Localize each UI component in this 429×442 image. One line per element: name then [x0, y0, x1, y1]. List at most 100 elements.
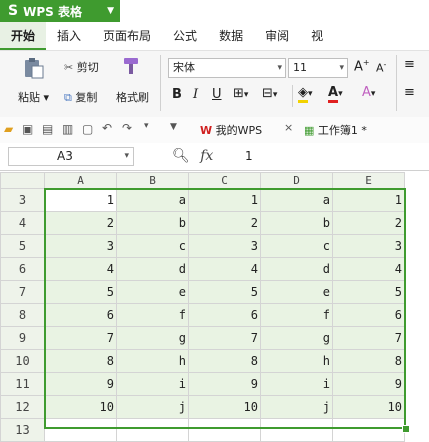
- cell[interactable]: 4: [44, 257, 117, 281]
- cell[interactable]: 7: [188, 326, 261, 350]
- format-painter-label[interactable]: 格式刷: [116, 89, 149, 105]
- cell[interactable]: i: [260, 372, 333, 396]
- cell[interactable]: 2: [44, 211, 117, 235]
- cell[interactable]: h: [116, 349, 189, 373]
- align-top-icon[interactable]: ≡: [404, 57, 415, 72]
- bold-button[interactable]: B: [172, 87, 182, 102]
- close-tab-icon[interactable]: ×: [284, 121, 293, 134]
- tab-page-layout[interactable]: 页面布局: [92, 22, 162, 50]
- cell[interactable]: g: [116, 326, 189, 350]
- cell[interactable]: 9: [332, 372, 405, 396]
- tab-insert[interactable]: 插入: [46, 22, 92, 50]
- cell[interactable]: 10: [332, 395, 405, 419]
- cell[interactable]: 6: [188, 303, 261, 327]
- cell[interactable]: 4: [332, 257, 405, 281]
- chevron-down-icon[interactable]: ▼: [170, 122, 177, 132]
- cell[interactable]: d: [260, 257, 333, 281]
- cell[interactable]: 5: [44, 280, 117, 304]
- cell[interactable]: a: [260, 188, 333, 212]
- shrink-font-button[interactable]: A-: [376, 60, 386, 75]
- print-preview-icon[interactable]: ▢: [82, 122, 93, 136]
- fill-color-icon[interactable]: ◈▾: [298, 85, 313, 103]
- row-header[interactable]: 12: [0, 395, 45, 419]
- merge-cells-icon[interactable]: ⊟▾: [262, 86, 277, 101]
- cell[interactable]: b: [116, 211, 189, 235]
- cell[interactable]: d: [116, 257, 189, 281]
- row-header[interactable]: 10: [0, 349, 45, 373]
- row-header[interactable]: 9: [0, 326, 45, 350]
- name-box[interactable]: A3 ▾: [8, 147, 134, 166]
- tab-review[interactable]: 审阅: [254, 22, 300, 50]
- insert-function-button[interactable]: fx: [200, 148, 213, 164]
- cell[interactable]: 1: [44, 188, 117, 212]
- cell[interactable]: i: [116, 372, 189, 396]
- cell[interactable]: 2: [332, 211, 405, 235]
- cell[interactable]: g: [260, 326, 333, 350]
- column-header-c[interactable]: C: [188, 172, 261, 189]
- row-header[interactable]: 13: [0, 418, 45, 442]
- column-header-b[interactable]: B: [116, 172, 189, 189]
- cell[interactable]: 5: [332, 280, 405, 304]
- copy-button[interactable]: ⧉ 复制: [64, 89, 97, 105]
- cell[interactable]: 8: [188, 349, 261, 373]
- cell[interactable]: 10: [188, 395, 261, 419]
- column-header-a[interactable]: A: [44, 172, 117, 189]
- cell[interactable]: 3: [188, 234, 261, 258]
- column-header-d[interactable]: D: [260, 172, 333, 189]
- tab-my-wps[interactable]: W 我的WPS: [200, 122, 262, 138]
- row-header[interactable]: 11: [0, 372, 45, 396]
- cut-button[interactable]: ✂ 剪切: [64, 59, 99, 75]
- fill-handle[interactable]: [402, 425, 410, 433]
- cell[interactable]: e: [260, 280, 333, 304]
- cell[interactable]: 1: [332, 188, 405, 212]
- row-header[interactable]: 5: [0, 234, 45, 258]
- print-icon[interactable]: ▥: [62, 122, 73, 136]
- cell[interactable]: c: [260, 234, 333, 258]
- cell[interactable]: 3: [332, 234, 405, 258]
- cell[interactable]: a: [116, 188, 189, 212]
- cell[interactable]: 8: [332, 349, 405, 373]
- format-painter-icon[interactable]: [120, 55, 142, 80]
- select-all-corner[interactable]: [0, 172, 45, 189]
- cell[interactable]: 9: [44, 372, 117, 396]
- cell[interactable]: 7: [332, 326, 405, 350]
- cell[interactable]: j: [260, 395, 333, 419]
- paste-icon[interactable]: [22, 57, 46, 82]
- cell[interactable]: e: [116, 280, 189, 304]
- customize-toolbar-icon[interactable]: ▾: [144, 121, 149, 131]
- tab-view[interactable]: 视: [300, 22, 334, 50]
- cell[interactable]: 1: [188, 188, 261, 212]
- cell[interactable]: [260, 418, 333, 442]
- row-header[interactable]: 7: [0, 280, 45, 304]
- cell[interactable]: f: [260, 303, 333, 327]
- cell[interactable]: 10: [44, 395, 117, 419]
- align-left-icon[interactable]: ≡: [404, 85, 415, 100]
- app-menu-button[interactable]: S WPS 表格 ▼: [0, 0, 120, 22]
- redo-icon[interactable]: ↷: [122, 121, 132, 135]
- cell[interactable]: 6: [44, 303, 117, 327]
- font-color-icon[interactable]: A▾: [328, 85, 343, 103]
- cell[interactable]: 7: [44, 326, 117, 350]
- italic-button[interactable]: I: [193, 87, 198, 102]
- tab-home[interactable]: 开始: [0, 22, 47, 50]
- tab-workbook[interactable]: ▦ 工作簿1 *: [304, 122, 367, 138]
- column-header-e[interactable]: E: [332, 172, 405, 189]
- export-pdf-icon[interactable]: ▤: [42, 122, 53, 136]
- row-header[interactable]: 8: [0, 303, 45, 327]
- cell[interactable]: 5: [188, 280, 261, 304]
- grow-font-button[interactable]: A+: [354, 58, 370, 74]
- font-size-select[interactable]: 11 ▾: [288, 58, 348, 78]
- cell[interactable]: [188, 418, 261, 442]
- clear-format-icon[interactable]: A▾: [362, 85, 375, 100]
- borders-icon[interactable]: ⊞▾: [233, 86, 248, 101]
- cell[interactable]: j: [116, 395, 189, 419]
- paste-button[interactable]: 粘贴 ▾: [18, 89, 49, 105]
- cell[interactable]: [44, 418, 117, 442]
- cell[interactable]: 3: [44, 234, 117, 258]
- cell[interactable]: 2: [188, 211, 261, 235]
- zoom-icon[interactable]: 🔍︎: [172, 148, 190, 164]
- tab-data[interactable]: 数据: [208, 22, 254, 50]
- cell[interactable]: 9: [188, 372, 261, 396]
- cell[interactable]: 4: [188, 257, 261, 281]
- row-header[interactable]: 6: [0, 257, 45, 281]
